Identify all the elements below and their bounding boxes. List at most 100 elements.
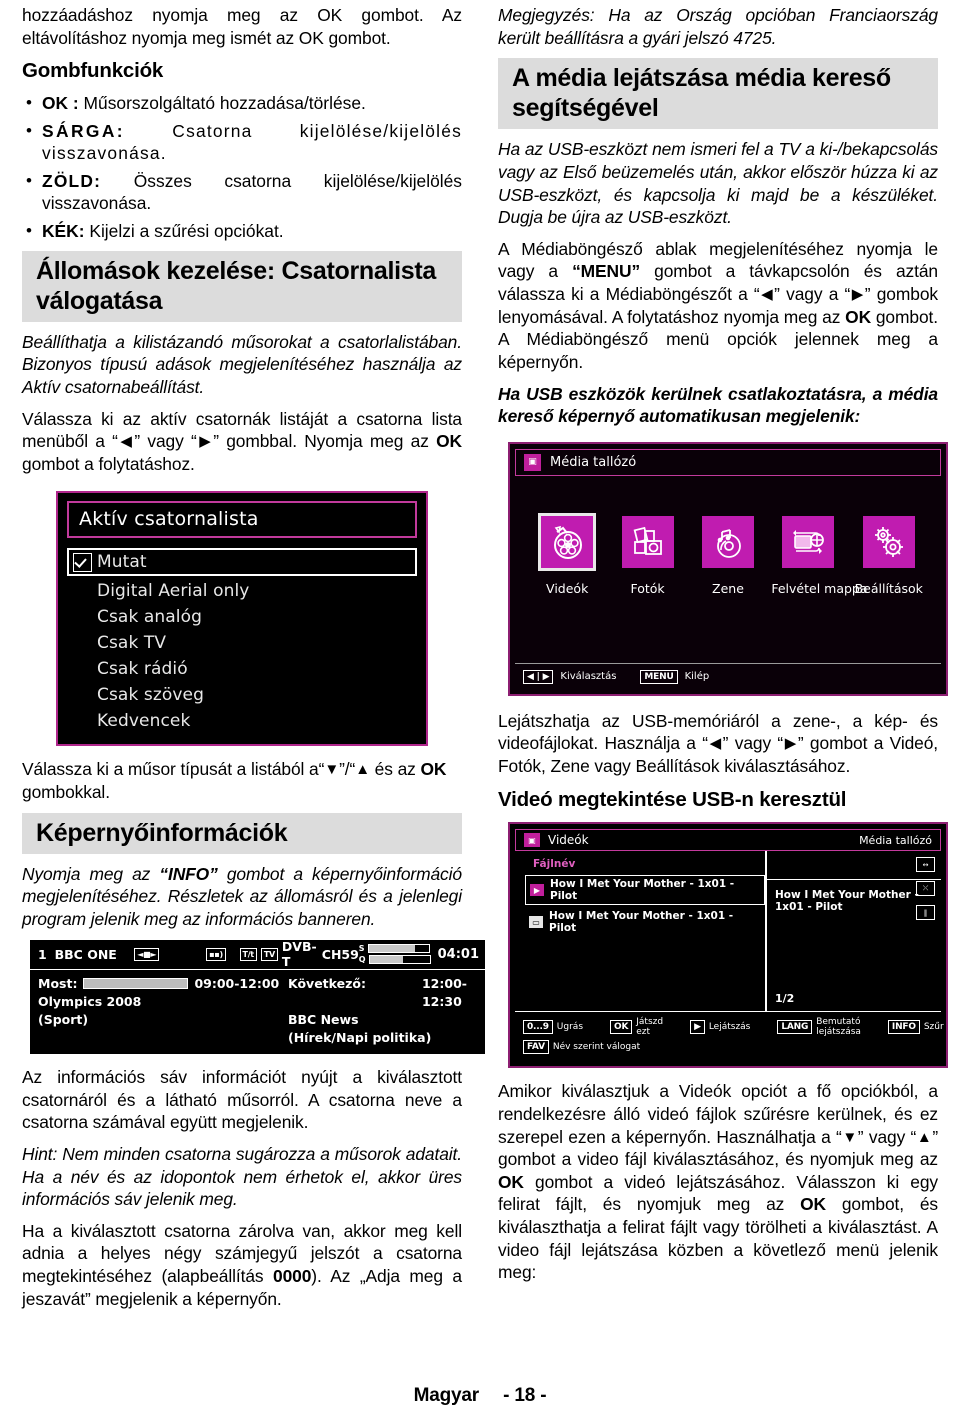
now-label: Most: bbox=[38, 975, 78, 991]
right-column: Megjegyzés: Ha az Ország opcióban Franci… bbox=[498, 4, 948, 1293]
button-key: SÁRGA: bbox=[42, 120, 125, 141]
menu-option-csak-analog[interactable]: Csak analóg bbox=[67, 604, 417, 630]
media-item-recording-folder[interactable]: Felvétel mappa bbox=[771, 515, 868, 596]
menu-option-csak-szoveg[interactable]: Csak szöveg bbox=[67, 682, 417, 708]
digits-keycap-icon[interactable]: 0...9 bbox=[523, 1020, 553, 1035]
paragraph-hint: Hint: Nem minden csatorna sugározza a mű… bbox=[22, 1143, 462, 1210]
footer-language: Magyar bbox=[413, 1385, 480, 1406]
lang-keycap-icon[interactable]: LANG bbox=[777, 1020, 813, 1035]
footer-page-number: - 18 - bbox=[503, 1385, 547, 1406]
note-paragraph: Megjegyzés: Ha az Ország opcióban Franci… bbox=[498, 5, 938, 48]
media-item-music[interactable]: Zene bbox=[691, 515, 765, 596]
footer-label-playback: Lejátszás bbox=[708, 1022, 751, 1033]
page-footer: Magyar - 18 - bbox=[0, 1385, 960, 1407]
paragraph-select-active-list: Válassza ki az aktív csatornák listáját … bbox=[22, 408, 462, 474]
paragraph-usb-playback: Lejátszhatja az USB-memóriáról a zene-, … bbox=[498, 710, 939, 776]
program-progress-bar bbox=[83, 978, 189, 990]
music-disc-icon bbox=[701, 515, 754, 568]
channel-id: CH59 bbox=[321, 946, 359, 962]
left-column: hozzáadáshoz nyomja meg az OK gombot. Az… bbox=[22, 4, 485, 1319]
loop-icon[interactable]: ‖ bbox=[916, 905, 935, 921]
list-item: ZÖLD: Összes csatorna kijelölése/kijelöl… bbox=[26, 170, 462, 215]
arrows-keycap-icon[interactable]: ◀ | ▶ bbox=[523, 669, 554, 684]
menu-option-csak-tv[interactable]: Csak TV bbox=[67, 630, 417, 656]
now-genre: (Sport) bbox=[38, 1011, 89, 1027]
recording-folder-icon bbox=[782, 515, 835, 568]
preview-side-icons: ↔ ⤬ ‖ bbox=[916, 857, 935, 921]
paragraph-usb-not-recognized: Ha az USB-eszközt nem ismeri fel a TV a … bbox=[498, 139, 938, 228]
file-name: How I Met Your Mother - 1x01 - Pilot bbox=[549, 910, 734, 935]
info-keycap-icon[interactable]: INFO bbox=[887, 1020, 920, 1035]
file-row-selected[interactable]: ▶ How I Met Your Mother - 1x01 - Pilot bbox=[525, 875, 765, 906]
teletext-icon: T/t bbox=[239, 947, 257, 961]
section-heading-media-playback: A média lejátszása média kereső segítség… bbox=[498, 58, 938, 130]
checkbox-icon[interactable] bbox=[73, 552, 92, 572]
file-row[interactable]: ▭ How I Met Your Mother - 1x01 - Pilot bbox=[525, 908, 765, 936]
paragraph-open-media-browser: A Médiaböngésző ablak megjelenítéséhez n… bbox=[498, 238, 938, 372]
left-arrow-icon: ◀ bbox=[707, 735, 723, 753]
up-arrow-icon: ▲ bbox=[916, 1128, 933, 1146]
play-keycap-icon[interactable]: ▶ bbox=[690, 1020, 705, 1035]
fav-keycap-icon[interactable]: FAV bbox=[523, 1040, 549, 1055]
paragraph-video-selection: Amikor kiválasztjuk a Videók opciót a fő… bbox=[498, 1081, 939, 1283]
footer-label-play-this: Játszd ezt bbox=[636, 1017, 664, 1038]
tv-icon: TV bbox=[260, 947, 278, 961]
media-item-photos[interactable]: Fotók bbox=[611, 515, 685, 596]
camera-icon bbox=[621, 515, 674, 568]
clock: 04:01 bbox=[437, 946, 479, 962]
media-browser-header: ▣ Média tallózó bbox=[515, 448, 941, 476]
video-browser-title: Videók bbox=[548, 833, 589, 848]
list-item: KÉK: Kijelzi a szűrési opciókat. bbox=[26, 220, 462, 243]
button-key: OK : bbox=[42, 92, 79, 113]
next-genre: (Hírek/Napi politika) bbox=[288, 1029, 432, 1045]
paragraph-active-channel-info: Beállíthatja a kilistázandó műsorokat a … bbox=[22, 331, 462, 397]
next-label: Következő: bbox=[288, 975, 366, 991]
active-channel-list-screenshot: Aktív csatornalista Mutat Digital Aerial… bbox=[56, 491, 428, 747]
button-key: ZÖLD: bbox=[42, 170, 102, 191]
left-arrow-icon: ◀ bbox=[759, 286, 775, 303]
stereo-icon: ◄■► bbox=[134, 947, 160, 961]
media-browser-screenshot: ▣ Média tallózó Videók Fotók Zene Felvét… bbox=[508, 441, 948, 696]
file-list: Fájlnév ▶ How I Met Your Mother - 1x01 -… bbox=[515, 851, 767, 1012]
menu-option-csak-radio[interactable]: Csak rádió bbox=[67, 656, 417, 682]
aspect-icon[interactable]: ↔ bbox=[916, 857, 935, 873]
footer-label-select: Kiválasztás bbox=[560, 671, 617, 683]
subtitle-file-icon: ▭ bbox=[529, 916, 543, 929]
quality-label: Q bbox=[358, 955, 366, 964]
column-header-filename: Fájlnév bbox=[533, 858, 576, 871]
screenshot-title: Aktív csatornalista bbox=[67, 501, 417, 539]
ok-keycap-icon[interactable]: OK bbox=[610, 1020, 633, 1035]
menu-keycap-icon[interactable]: MENU bbox=[640, 669, 678, 684]
info-banner-screenshot: 1 BBC ONE ◄■► ▪▪) T/t TV DVB-T CH59 S Q … bbox=[30, 939, 485, 1054]
menu-option-mutat[interactable]: Mutat bbox=[67, 548, 417, 577]
button-functions-list: OK : Műsorszolgáltató hozzadása/törlése.… bbox=[22, 92, 462, 243]
button-desc: Kijelzi a szűrési opciókat. bbox=[84, 221, 284, 241]
menu-option-kedvencek[interactable]: Kedvencek bbox=[67, 708, 417, 734]
next-title: BBC News bbox=[288, 1011, 359, 1027]
media-item-label: Zene bbox=[712, 580, 744, 596]
media-item-label: Fotók bbox=[630, 580, 665, 596]
footer-label-exit: Kilép bbox=[684, 671, 710, 683]
video-browser-body: Fájlnév ▶ How I Met Your Mother - 1x01 -… bbox=[515, 851, 941, 1012]
menu-option-digital-aerial-only[interactable]: Digital Aerial only bbox=[67, 578, 417, 604]
quality-meter bbox=[368, 955, 431, 964]
media-item-videos[interactable]: Videók bbox=[530, 512, 604, 596]
section-heading-screen-info: Képernyőinformációk bbox=[22, 812, 462, 854]
button-key: KÉK: bbox=[42, 221, 85, 241]
shuffle-icon[interactable]: ⤬ bbox=[916, 881, 935, 897]
signal-meter bbox=[367, 944, 430, 953]
button-desc: Műsorszolgáltató hozzadása/törlése. bbox=[78, 92, 366, 113]
subheading-video-usb: Videó megtekintése USB-n keresztül bbox=[498, 787, 847, 811]
media-item-label: Beállítások bbox=[854, 580, 923, 596]
channel-name: BBC ONE bbox=[54, 946, 117, 962]
paragraph-info-bar-description: Az információs sáv információt nyújt a k… bbox=[22, 1067, 462, 1133]
option-label: Mutat bbox=[97, 552, 147, 573]
media-item-label: Videók bbox=[546, 580, 589, 596]
gears-icon bbox=[862, 515, 915, 568]
media-item-settings[interactable]: Beállítások bbox=[852, 515, 926, 596]
signal-label: S bbox=[358, 944, 365, 953]
video-browser-screenshot: ▣ Videók Média tallózó Fájlnév ▶ How I M… bbox=[508, 822, 948, 1069]
media-browser-items: Videók Fotók Zene Felvétel mappa Beállít… bbox=[515, 476, 941, 661]
button-functions-heading: Gombfunkciók bbox=[22, 59, 164, 83]
manual-page: hozzáadáshoz nyomja meg az OK gombot. Az… bbox=[0, 0, 960, 1421]
